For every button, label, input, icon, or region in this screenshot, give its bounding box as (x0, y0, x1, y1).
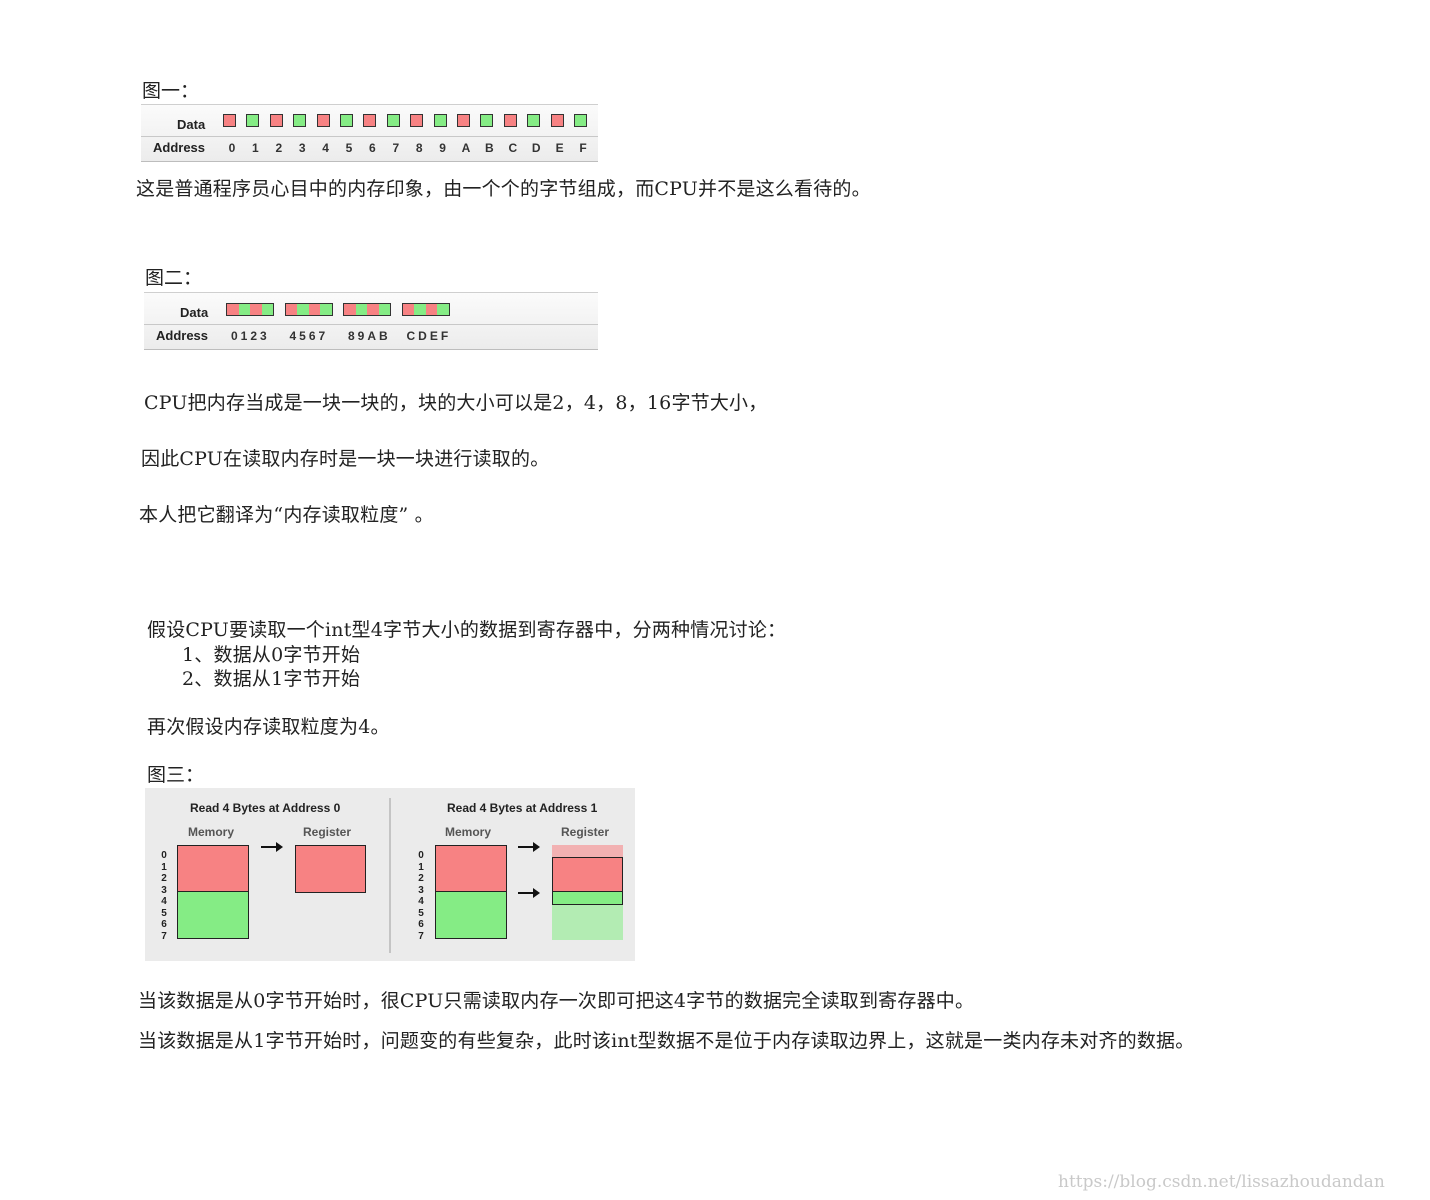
left-panel-title: Read 4 Bytes at Address 0 (190, 801, 341, 815)
figure-1-memory-strip: Data Address 0 1 2 3 4 5 6 7 8 9 ABCDE F (141, 104, 598, 162)
memory-byte-cell (363, 114, 377, 127)
memory-byte-cell (410, 114, 424, 127)
register-faded-green (552, 904, 623, 940)
paragraph-read-blocks: 因此CPU在读取内存时是一块一块进行读取的。 (141, 448, 550, 470)
byte-address-label: 3 (161, 884, 167, 896)
address-label: 8 (415, 141, 423, 155)
address-label: 5 (345, 141, 353, 155)
byte-address-label: 2 (161, 873, 167, 884)
byte-address-label: 1 (418, 861, 424, 873)
left-memory-block-green (177, 891, 249, 939)
memory-byte-cell (457, 114, 470, 127)
paragraph-unaligned-read: 当该数据是从1字节开始时，问题变的有些复杂，此时该int型数据不是位于内存读取边… (138, 1030, 1195, 1052)
address-label: 9 (439, 141, 446, 155)
left-register-label: Register (303, 825, 352, 839)
memory-byte-cell (293, 114, 307, 127)
block-address-label: 0123 (231, 329, 270, 343)
list-item: 1、数据从0字节开始 (182, 644, 361, 666)
right-register-label: Register (561, 825, 610, 839)
byte-address-label: 1 (161, 861, 167, 873)
right-memory-block-red (435, 845, 507, 892)
byte-address-label: 0 (418, 850, 424, 861)
left-address-column: 01234567 (159, 850, 169, 942)
memory-byte-cell (574, 114, 587, 127)
byte-address-label: 7 (161, 930, 167, 942)
memory-byte-cell (550, 114, 564, 127)
register-faded-red (552, 845, 623, 857)
memory-byte-cell (527, 114, 541, 127)
address-label: D (531, 141, 541, 155)
paragraph-memory-bytes: 这是普通程序员心目中的内存印象，由一个个的字节组成，而CPU并不是这么看待的。 (136, 178, 871, 200)
address-label: F (579, 141, 587, 155)
figure-2-memory-strip: Data Address 0123 4567 89AB CDEF (144, 292, 598, 350)
byte-address-label: 4 (418, 896, 424, 907)
figure-3-caption: 图三： (147, 764, 205, 786)
paragraph-cpu-blocks: CPU把内存当成是一块一块的，块的大小可以是2，4，8，16字节大小， (144, 392, 768, 414)
panel-divider (389, 798, 391, 953)
memory-block (284, 303, 333, 316)
byte-address-label: 6 (418, 919, 424, 930)
memory-byte-cell (386, 114, 400, 127)
paragraph-aligned-read: 当该数据是从0字节开始时，很CPU只需读取内存一次即可把这4字节的数据完全读取到… (138, 990, 975, 1012)
byte-address-label: 7 (418, 930, 424, 942)
memory-block (401, 303, 450, 316)
memory-byte-cell (246, 114, 260, 127)
block-address-label: CDEF (406, 329, 452, 343)
right-read-arrow-1 (518, 842, 540, 852)
right-read-arrow-2 (518, 888, 540, 898)
address-label: 4 (322, 141, 329, 155)
memory-block (343, 303, 391, 316)
right-memory-block-green (435, 891, 507, 939)
memory-byte-cell (340, 114, 353, 127)
memory-byte-cell (480, 114, 494, 127)
byte-address-label: 5 (161, 907, 167, 919)
paragraph-granularity-4: 再次假设内存读取粒度为4。 (147, 716, 390, 738)
address-label: 1 (252, 141, 259, 155)
address-label: E (555, 141, 564, 155)
left-memory-block-red (177, 845, 249, 892)
address-label: C (508, 141, 518, 155)
figure-3-read-diagram: Read 4 Bytes at Address 0 Memory Registe… (145, 788, 635, 961)
address-label: 7 (392, 141, 400, 155)
right-register-block (552, 857, 623, 905)
address-row-label: Address (153, 140, 206, 155)
memory-byte-cell (269, 114, 283, 127)
paragraph-assumption: 假设CPU要读取一个int型4字节大小的数据到寄存器中，分两种情况讨论： (147, 619, 787, 641)
data-row-label: Data (180, 305, 209, 320)
memory-byte-cell (316, 114, 330, 127)
right-panel-title: Read 4 Bytes at Address 1 (447, 801, 598, 815)
list-item: 2、数据从1字节开始 (182, 668, 361, 690)
left-read-arrow (261, 842, 283, 852)
right-memory-label: Memory (445, 825, 492, 839)
paragraph-granularity: 本人把它翻译为“内存读取粒度” 。 (139, 504, 434, 526)
byte-address-label: 6 (161, 919, 167, 930)
address-label: 2 (275, 141, 283, 155)
block-address-label: 4567 (289, 329, 329, 343)
figure-2-caption: 图二： (145, 267, 203, 289)
data-row-label: Data (177, 117, 206, 132)
memory-byte-cell (223, 114, 236, 127)
address-label: A (461, 141, 471, 155)
figure-1-caption: 图一： (142, 80, 200, 102)
block-address-label: 89AB (348, 329, 391, 343)
memory-block (226, 303, 274, 316)
memory-byte-cell (503, 114, 517, 127)
byte-address-label: 2 (418, 873, 424, 884)
byte-address-label: 0 (161, 850, 167, 861)
address-label: 3 (298, 141, 306, 155)
byte-address-label: 5 (418, 907, 424, 919)
address-label: 6 (369, 141, 376, 155)
byte-address-label: 4 (161, 896, 167, 907)
right-address-column: 01234567 (416, 850, 426, 942)
byte-address-label: 3 (418, 884, 424, 896)
address-label: B (485, 141, 494, 155)
left-register-block (295, 845, 366, 893)
memory-byte-cell (433, 114, 447, 127)
address-label: 0 (228, 141, 236, 155)
watermark: https://blog.csdn.net/lissazhoudandan (1058, 1172, 1385, 1192)
left-memory-label: Memory (188, 825, 235, 839)
address-row-label: Address (156, 328, 209, 343)
